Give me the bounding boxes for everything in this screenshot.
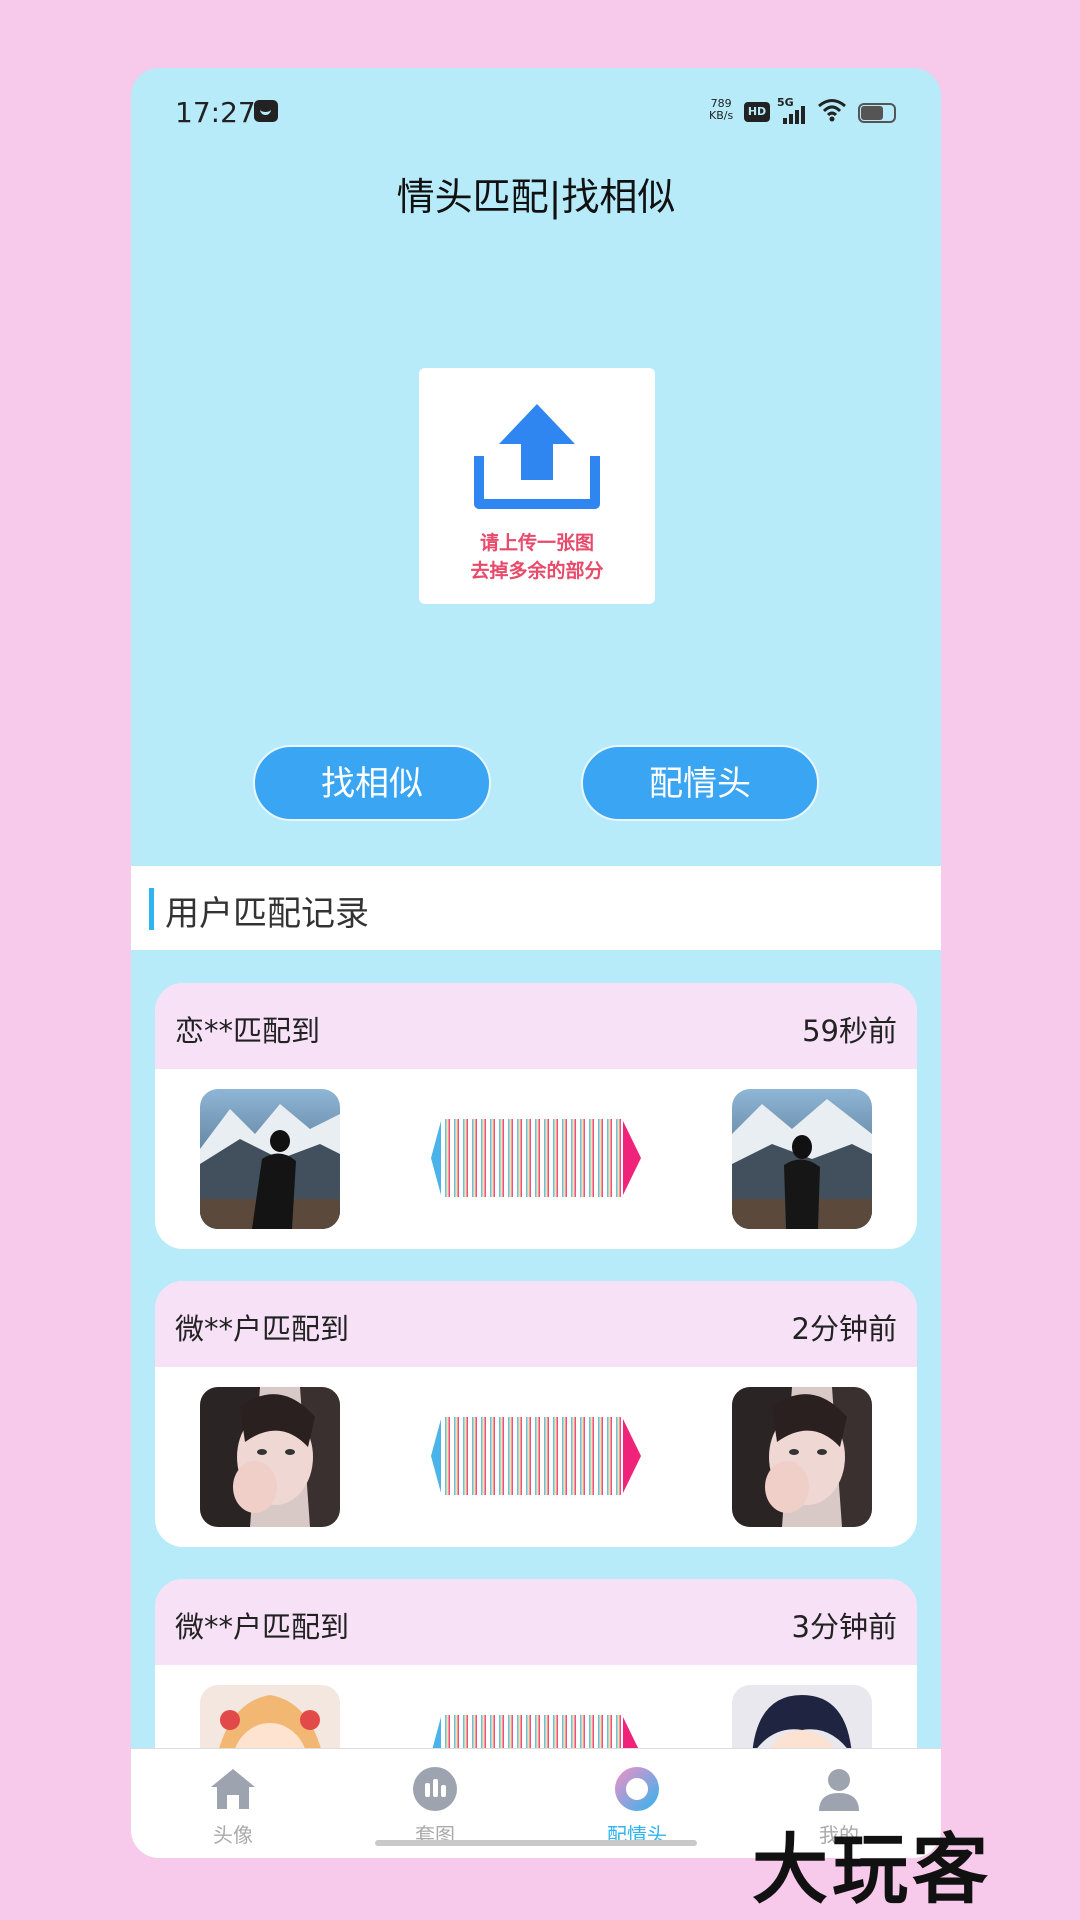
- phone-screen: 17:27 789 KB/s HD 5G 情头匹配|找相似 请上传一张图 去掉多…: [131, 68, 941, 1858]
- match-meter: [431, 1119, 641, 1201]
- avatar-right[interactable]: [732, 1387, 872, 1527]
- records-title: 用户匹配记录: [165, 894, 369, 934]
- record-time: 2分钟前: [791, 1312, 897, 1346]
- user-icon: [815, 1765, 863, 1813]
- match-meter: [431, 1417, 641, 1499]
- record-time: 59秒前: [802, 1014, 897, 1048]
- status-time: 17:27: [175, 96, 256, 129]
- record-card-header: 微**户匹配到 2分钟前: [155, 1281, 917, 1367]
- album-icon: [411, 1765, 459, 1813]
- network-speed: 789 KB/s: [709, 97, 734, 122]
- record-card[interactable]: 微**户匹配到 2分钟前: [155, 1281, 917, 1547]
- tab-match[interactable]: 配情头: [577, 1765, 697, 1848]
- home-icon: [209, 1765, 257, 1813]
- signal-icon: 5G: [777, 96, 809, 124]
- upload-hint-line2: 去掉多余的部分: [470, 560, 604, 582]
- record-user: 微**户匹配到: [175, 1610, 350, 1644]
- find-similar-button[interactable]: 找相似: [253, 745, 491, 821]
- upload-icon: [474, 404, 600, 509]
- avatar-left[interactable]: [200, 1089, 340, 1229]
- match-icon: [613, 1765, 661, 1813]
- avatar-right[interactable]: [732, 1089, 872, 1229]
- record-user: 恋**匹配到: [175, 1014, 321, 1048]
- header-accent-bar: [149, 888, 154, 930]
- tab-label: 头像: [213, 1823, 253, 1847]
- avatar-left[interactable]: [200, 1387, 340, 1527]
- record-card-header: 恋**匹配到 59秒前: [155, 983, 917, 1069]
- tab-album[interactable]: 套图: [375, 1765, 495, 1848]
- upload-image-button[interactable]: 请上传一张图 去掉多余的部分: [419, 368, 655, 604]
- network-type: 5G: [777, 96, 794, 109]
- battery-icon: [858, 103, 896, 123]
- status-bar: 17:27 789 KB/s HD 5G: [131, 68, 941, 158]
- wifi-icon: [817, 98, 847, 126]
- record-user: 微**户匹配到: [175, 1312, 350, 1346]
- record-time: 3分钟前: [791, 1610, 897, 1644]
- upload-hint-line1: 请上传一张图: [479, 532, 594, 554]
- hd-badge: HD: [744, 102, 770, 122]
- notification-icon: [254, 100, 278, 122]
- watermark: 大玩客: [752, 1825, 992, 1914]
- records-section-header: 用户匹配记录: [131, 866, 941, 950]
- tab-avatar[interactable]: 头像: [173, 1765, 293, 1848]
- page-title: 情头匹配|找相似: [396, 175, 676, 219]
- record-card-header: 微**户匹配到 3分钟前: [155, 1579, 917, 1665]
- home-indicator: [375, 1840, 697, 1846]
- record-card[interactable]: 恋**匹配到 59秒前: [155, 983, 917, 1249]
- match-couple-button[interactable]: 配情头: [581, 745, 819, 821]
